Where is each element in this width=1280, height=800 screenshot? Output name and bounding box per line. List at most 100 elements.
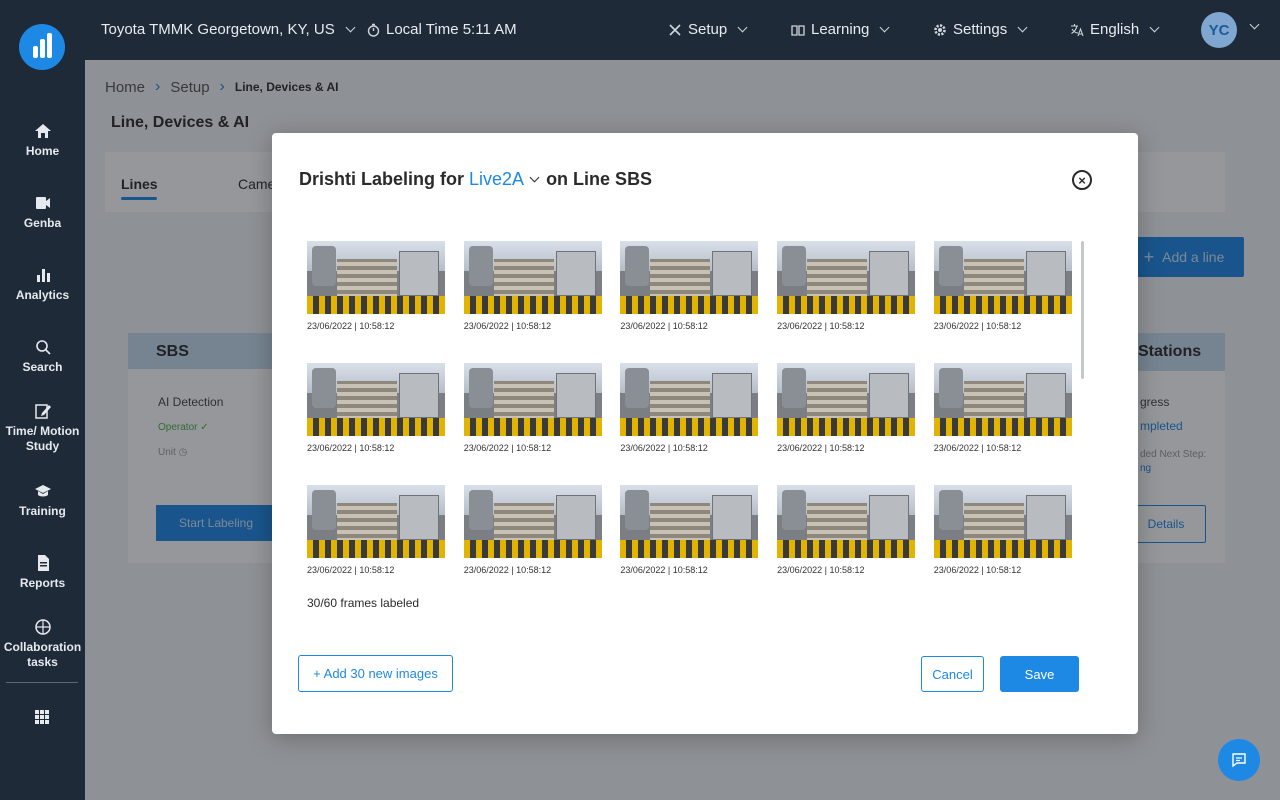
sidebar-item-label: Reports <box>19 576 66 590</box>
search-icon <box>35 340 51 355</box>
cancel-button[interactable]: Cancel <box>921 656 984 692</box>
sidebar-item-home[interactable]: Home <box>0 122 85 159</box>
sidebar: Home Genba Analytics Search Time/ Motion… <box>0 0 85 800</box>
frame-thumbnail[interactable]: 23/06/2022 | 10:58:12 <box>307 363 445 453</box>
frame-timestamp: 23/06/2022 | 10:58:12 <box>933 321 1022 331</box>
add-new-images-button[interactable]: + Add 30 new images <box>298 655 453 692</box>
sidebar-item-search[interactable]: Search <box>0 338 85 375</box>
save-button[interactable]: Save <box>1000 656 1079 692</box>
modal-title-prefix: Drishti Labeling for <box>299 169 465 189</box>
sidebar-item-analytics[interactable]: Analytics <box>0 266 85 303</box>
chat-icon <box>1232 753 1246 768</box>
station-selector[interactable]: Live2A <box>469 169 546 190</box>
sidebar-item-reports[interactable]: Reports <box>0 554 85 591</box>
frame-thumbnail[interactable]: 23/06/2022 | 10:58:12 <box>463 363 602 453</box>
frame-thumbnail[interactable]: 23/06/2022 | 10:58:12 <box>620 241 759 331</box>
frames-labeled-count: 30/60 frames labeled <box>307 596 420 610</box>
target-icon <box>34 619 51 635</box>
nav-setup[interactable]: Setup <box>668 21 748 38</box>
frame-image[interactable] <box>307 485 445 558</box>
sidebar-divider <box>6 682 78 683</box>
chevron-down-icon <box>345 22 356 33</box>
frame-timestamp: 23/06/2022 | 10:58:12 <box>620 321 708 331</box>
chevron-down-icon <box>879 22 890 33</box>
chevron-down-icon <box>529 172 540 183</box>
frame-image[interactable] <box>620 363 759 436</box>
frame-thumbnail[interactable]: 23/06/2022 | 10:58:12 <box>620 485 759 575</box>
sidebar-item-label: Collaboration tasks <box>3 640 82 669</box>
frame-image[interactable] <box>933 241 1072 314</box>
close-icon[interactable]: × <box>1072 170 1092 190</box>
sidebar-item-label: Search <box>22 360 63 374</box>
frame-timestamp: 23/06/2022 | 10:58:12 <box>933 443 1022 453</box>
home-icon <box>34 124 51 138</box>
frame-timestamp: 23/06/2022 | 10:58:12 <box>463 443 552 453</box>
tools-icon <box>669 23 681 36</box>
stopwatch-icon <box>367 23 380 37</box>
translate-icon <box>1071 23 1084 36</box>
modal-title-suffix: on Line SBS <box>546 169 653 189</box>
frame-timestamp: 23/06/2022 | 10:58:12 <box>777 443 865 453</box>
frame-timestamp: 23/06/2022 | 10:58:12 <box>777 321 865 331</box>
frame-image[interactable] <box>307 241 445 314</box>
frame-timestamp: 23/06/2022 | 10:58:12 <box>307 443 395 453</box>
labeling-modal: Drishti Labeling for Live2A on Line SBS … <box>272 133 1138 734</box>
nav-settings-label: Settings <box>953 21 1008 38</box>
frame-thumbnail[interactable]: 23/06/2022 | 10:58:12 <box>463 485 602 575</box>
sidebar-item-training[interactable]: Training <box>0 482 85 519</box>
nav-learning[interactable]: Learning <box>791 21 890 38</box>
chevron-down-icon <box>1017 22 1028 33</box>
apps-grid-icon[interactable] <box>35 710 49 724</box>
frame-thumbnail[interactable]: 23/06/2022 | 10:58:12 <box>933 241 1072 331</box>
frame-thumbnail[interactable]: 23/06/2022 | 10:58:12 <box>777 363 916 453</box>
frame-timestamp: 23/06/2022 | 10:58:12 <box>620 565 708 575</box>
frame-image[interactable] <box>463 363 602 436</box>
frame-image[interactable] <box>463 485 602 558</box>
location-selector[interactable]: Toyota TMMK Georgetown, KY, US <box>101 21 356 38</box>
chat-button[interactable] <box>1218 739 1260 781</box>
nav-learning-label: Learning <box>811 21 870 38</box>
station-selector-value: Live2A <box>469 169 525 189</box>
chevron-down-icon[interactable] <box>1249 19 1260 30</box>
drishti-logo[interactable] <box>19 24 65 70</box>
local-time: Local Time 5:11 AM <box>367 21 517 38</box>
chevron-down-icon <box>737 22 748 33</box>
frame-thumbnail[interactable]: 23/06/2022 | 10:58:12 <box>620 363 759 453</box>
frame-thumbnail[interactable]: 23/06/2022 | 10:58:12 <box>777 485 916 575</box>
language-selector[interactable]: English <box>1070 21 1160 38</box>
frame-thumbnail[interactable]: 23/06/2022 | 10:58:12 <box>933 485 1072 575</box>
frame-image[interactable] <box>777 485 916 558</box>
frame-timestamp: 23/06/2022 | 10:58:12 <box>777 565 865 575</box>
frame-image[interactable] <box>933 485 1072 558</box>
local-time-label: Local Time 5:11 AM <box>386 21 517 38</box>
location-label: Toyota TMMK Georgetown, KY, US <box>101 21 335 38</box>
sidebar-item-label: Genba <box>23 216 62 230</box>
frame-timestamp: 23/06/2022 | 10:58:12 <box>463 321 552 331</box>
sidebar-item-label: Training <box>19 504 66 518</box>
frame-thumbnail[interactable]: 23/06/2022 | 10:58:12 <box>933 363 1072 453</box>
frame-thumbnail[interactable]: 23/06/2022 | 10:58:12 <box>307 241 445 331</box>
frame-thumbnail[interactable]: 23/06/2022 | 10:58:12 <box>307 485 445 575</box>
frame-thumbnail[interactable]: 23/06/2022 | 10:58:12 <box>777 241 916 331</box>
frame-thumbnail[interactable]: 23/06/2022 | 10:58:12 <box>463 241 602 331</box>
sidebar-item-time-motion-study[interactable]: Time/ Motion Study <box>0 402 85 454</box>
modal-title: Drishti Labeling for Live2A on Line SBS <box>299 169 652 190</box>
frame-image[interactable] <box>620 485 759 558</box>
sidebar-item-collaboration-tasks[interactable]: Collaboration tasks <box>0 618 85 670</box>
sidebar-item-label: Home <box>25 144 60 158</box>
frame-timestamp: 23/06/2022 | 10:58:12 <box>307 565 395 575</box>
gallery-scrollbar[interactable] <box>1081 241 1084 379</box>
nav-settings[interactable]: Settings <box>933 21 1028 38</box>
avatar-initials: YC <box>1208 21 1230 39</box>
frame-timestamp: 23/06/2022 | 10:58:12 <box>307 321 395 331</box>
frame-image[interactable] <box>463 241 602 314</box>
frame-image[interactable] <box>777 241 916 314</box>
frame-image[interactable] <box>933 363 1072 436</box>
book-icon <box>791 24 805 36</box>
avatar[interactable]: YC <box>1201 12 1237 48</box>
sidebar-item-genba[interactable]: Genba <box>0 194 85 231</box>
frame-image[interactable] <box>307 363 445 436</box>
frame-image[interactable] <box>777 363 916 436</box>
frame-image[interactable] <box>620 241 759 314</box>
frame-timestamp: 23/06/2022 | 10:58:12 <box>933 565 1022 575</box>
